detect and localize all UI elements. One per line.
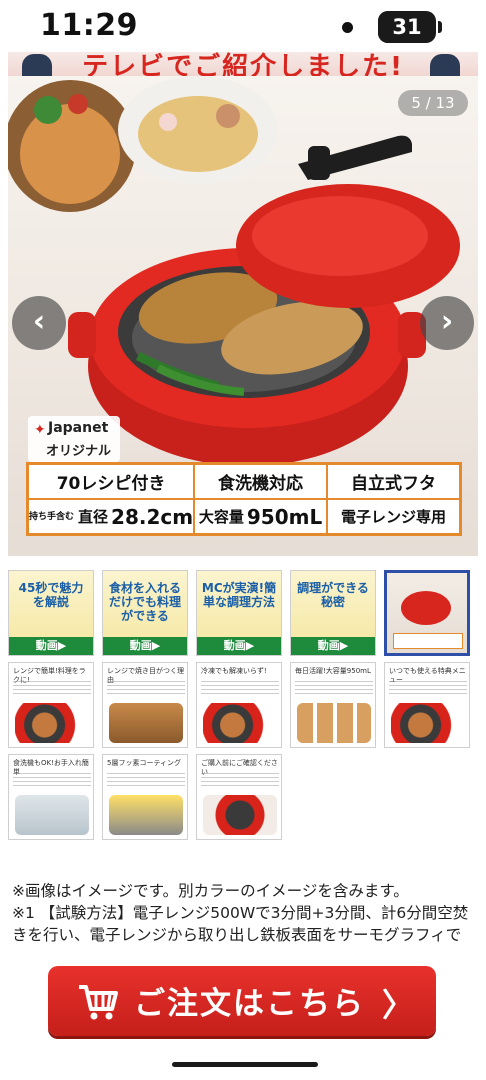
thumbnail-caption: 調理ができる秘密 bbox=[297, 581, 369, 609]
brand-sub: オリジナル bbox=[46, 444, 112, 459]
spec-label: 電子レンジ専用 bbox=[341, 508, 447, 526]
text-lines bbox=[389, 681, 467, 695]
thumbnail-info-2[interactable]: レンジで焼き目がつく理由 bbox=[102, 662, 188, 748]
thumbnail-image bbox=[109, 703, 183, 743]
thumbnail-current[interactable] bbox=[384, 570, 470, 656]
thumbnail-image bbox=[391, 703, 465, 743]
spec-label: 大容量 bbox=[198, 508, 244, 526]
spec-cell: 食洗機対応 bbox=[194, 464, 328, 499]
battery-percent: 31 bbox=[392, 15, 422, 39]
order-button[interactable]: ご注文はこちら 〉 bbox=[48, 966, 436, 1036]
thumbnail-info-8[interactable]: ご購入前にご確認ください bbox=[196, 754, 282, 840]
spec-label: 食洗機対応 bbox=[218, 474, 304, 494]
thumbnail-video-1[interactable]: 45秒で魅力を解説 動画▶ bbox=[8, 570, 94, 656]
thumbnail-video-3[interactable]: MCが実演!簡単な調理方法 動画▶ bbox=[196, 570, 282, 656]
presenter-image bbox=[22, 54, 52, 76]
video-label: 動画▶ bbox=[197, 637, 281, 655]
spec-label: 自立式フタ bbox=[351, 474, 437, 494]
status-bar: 11:29 31 bbox=[0, 0, 486, 52]
battery-icon: 31 bbox=[378, 11, 436, 43]
spec-cell: 大容量 950mL bbox=[194, 499, 328, 534]
spec-value: 28.2cm bbox=[111, 504, 194, 529]
text-lines bbox=[107, 773, 185, 787]
thumbnail-video-4[interactable]: 調理ができる秘密 動画▶ bbox=[290, 570, 376, 656]
note-line: ※1 【試験方法】電子レンジ500Wで3分間+3分間、計6分間空焚きを行い、電子… bbox=[12, 904, 469, 944]
chevron-right-icon: › bbox=[440, 304, 454, 339]
thumbnail-video-2[interactable]: 食材を入れるだけでも料理ができる 動画▶ bbox=[102, 570, 188, 656]
text-lines bbox=[201, 681, 279, 695]
thumbnail-image bbox=[203, 703, 277, 743]
thumbnail-image bbox=[15, 795, 89, 835]
video-label: 動画▶ bbox=[103, 637, 187, 655]
thumbnail-image bbox=[15, 703, 89, 743]
chevron-right-icon: 〉 bbox=[381, 986, 414, 1024]
slide-counter: 5 / 13 bbox=[398, 90, 468, 116]
pan-thumb bbox=[401, 591, 451, 625]
battery-tip bbox=[438, 21, 442, 33]
spec-label: 直径 bbox=[78, 508, 109, 526]
tv-banner-text: テレビでご紹介しました! bbox=[82, 52, 404, 76]
spec-cell: 自立式フタ bbox=[327, 464, 460, 499]
spec-cell: 持ち手含む 直径 28.2cm bbox=[28, 499, 195, 534]
thumbnail-image bbox=[203, 795, 277, 835]
status-time: 11:29 bbox=[40, 8, 138, 43]
thumbnail-caption: MCが実演!簡単な調理方法 bbox=[201, 581, 277, 609]
japanet-logo-icon: ✦ bbox=[34, 422, 46, 438]
spec-cell: 70レシピ付き bbox=[28, 464, 195, 499]
video-label: 動画▶ bbox=[9, 637, 93, 655]
order-button-label: ご注文はこちら bbox=[134, 986, 365, 1022]
note-line: ※画像はイメージです。別カラーのイメージを含みます。 bbox=[12, 882, 409, 900]
notification-dot-icon bbox=[342, 22, 353, 33]
text-lines bbox=[13, 681, 91, 695]
chevron-left-icon: ‹ bbox=[32, 304, 46, 339]
thumbnail-caption: 45秒で魅力を解説 bbox=[18, 581, 84, 609]
spec-cell: 電子レンジ専用 bbox=[327, 499, 460, 534]
spec-label: 70レシピ付き bbox=[56, 474, 166, 494]
spec-thumb bbox=[393, 633, 463, 649]
thumbnail-caption: 食材を入れるだけでも料理ができる bbox=[108, 581, 181, 623]
thumbnail-info-7[interactable]: 5層フッ素コーティング bbox=[102, 754, 188, 840]
video-label: 動画▶ bbox=[291, 637, 375, 655]
thumbnail-info-3[interactable]: 冷凍でも解凍いらず! bbox=[196, 662, 282, 748]
gallery-next-button[interactable]: › bbox=[420, 296, 474, 350]
spec-grid: 70レシピ付き 食洗機対応 自立式フタ 持ち手含む 直径 28.2cm 大容量 … bbox=[26, 462, 462, 536]
thumbnail-image bbox=[297, 703, 371, 743]
thumbnail-caption: 5層フッ素コーティング bbox=[107, 759, 182, 767]
thumbnail-info-4[interactable]: 毎日活躍!大容量950mL bbox=[290, 662, 376, 748]
thumbnail-info-6[interactable]: 食洗機もOK!お手入れ簡単 bbox=[8, 754, 94, 840]
tv-banner: テレビでご紹介しました! bbox=[8, 52, 478, 76]
text-lines bbox=[13, 773, 91, 787]
thumbnail-image bbox=[109, 795, 183, 835]
gallery-prev-button[interactable]: ‹ bbox=[12, 296, 66, 350]
text-lines bbox=[201, 773, 279, 787]
text-lines bbox=[295, 681, 373, 695]
thumbnail-info-5[interactable]: いつでも使える特典メニュー bbox=[384, 662, 470, 748]
cart-icon bbox=[79, 985, 118, 1020]
brand-badge: ✦ Japanet オリジナル bbox=[28, 416, 120, 462]
spec-prefix: 持ち手含む bbox=[29, 511, 75, 522]
product-gallery[interactable]: 5 / 13 ‹ › ✦ Japanet オリジナル 70レシピ付き 食洗機対応… bbox=[8, 76, 478, 556]
spec-value: 950mL bbox=[246, 504, 323, 529]
thumbnail-info-1[interactable]: レンジで簡単!料理をラクに! bbox=[8, 662, 94, 748]
presenter-image bbox=[430, 54, 460, 76]
thumbnail-caption: 毎日活躍!大容量950mL bbox=[295, 667, 371, 675]
text-lines bbox=[107, 681, 185, 695]
product-notes: ※画像はイメージです。別カラーのイメージを含みます。 ※1 【試験方法】電子レン… bbox=[12, 880, 472, 946]
home-indicator[interactable] bbox=[172, 1062, 318, 1067]
thumbnail-caption: 冷凍でも解凍いらず! bbox=[201, 667, 267, 675]
brand-name: Japanet bbox=[48, 420, 109, 436]
